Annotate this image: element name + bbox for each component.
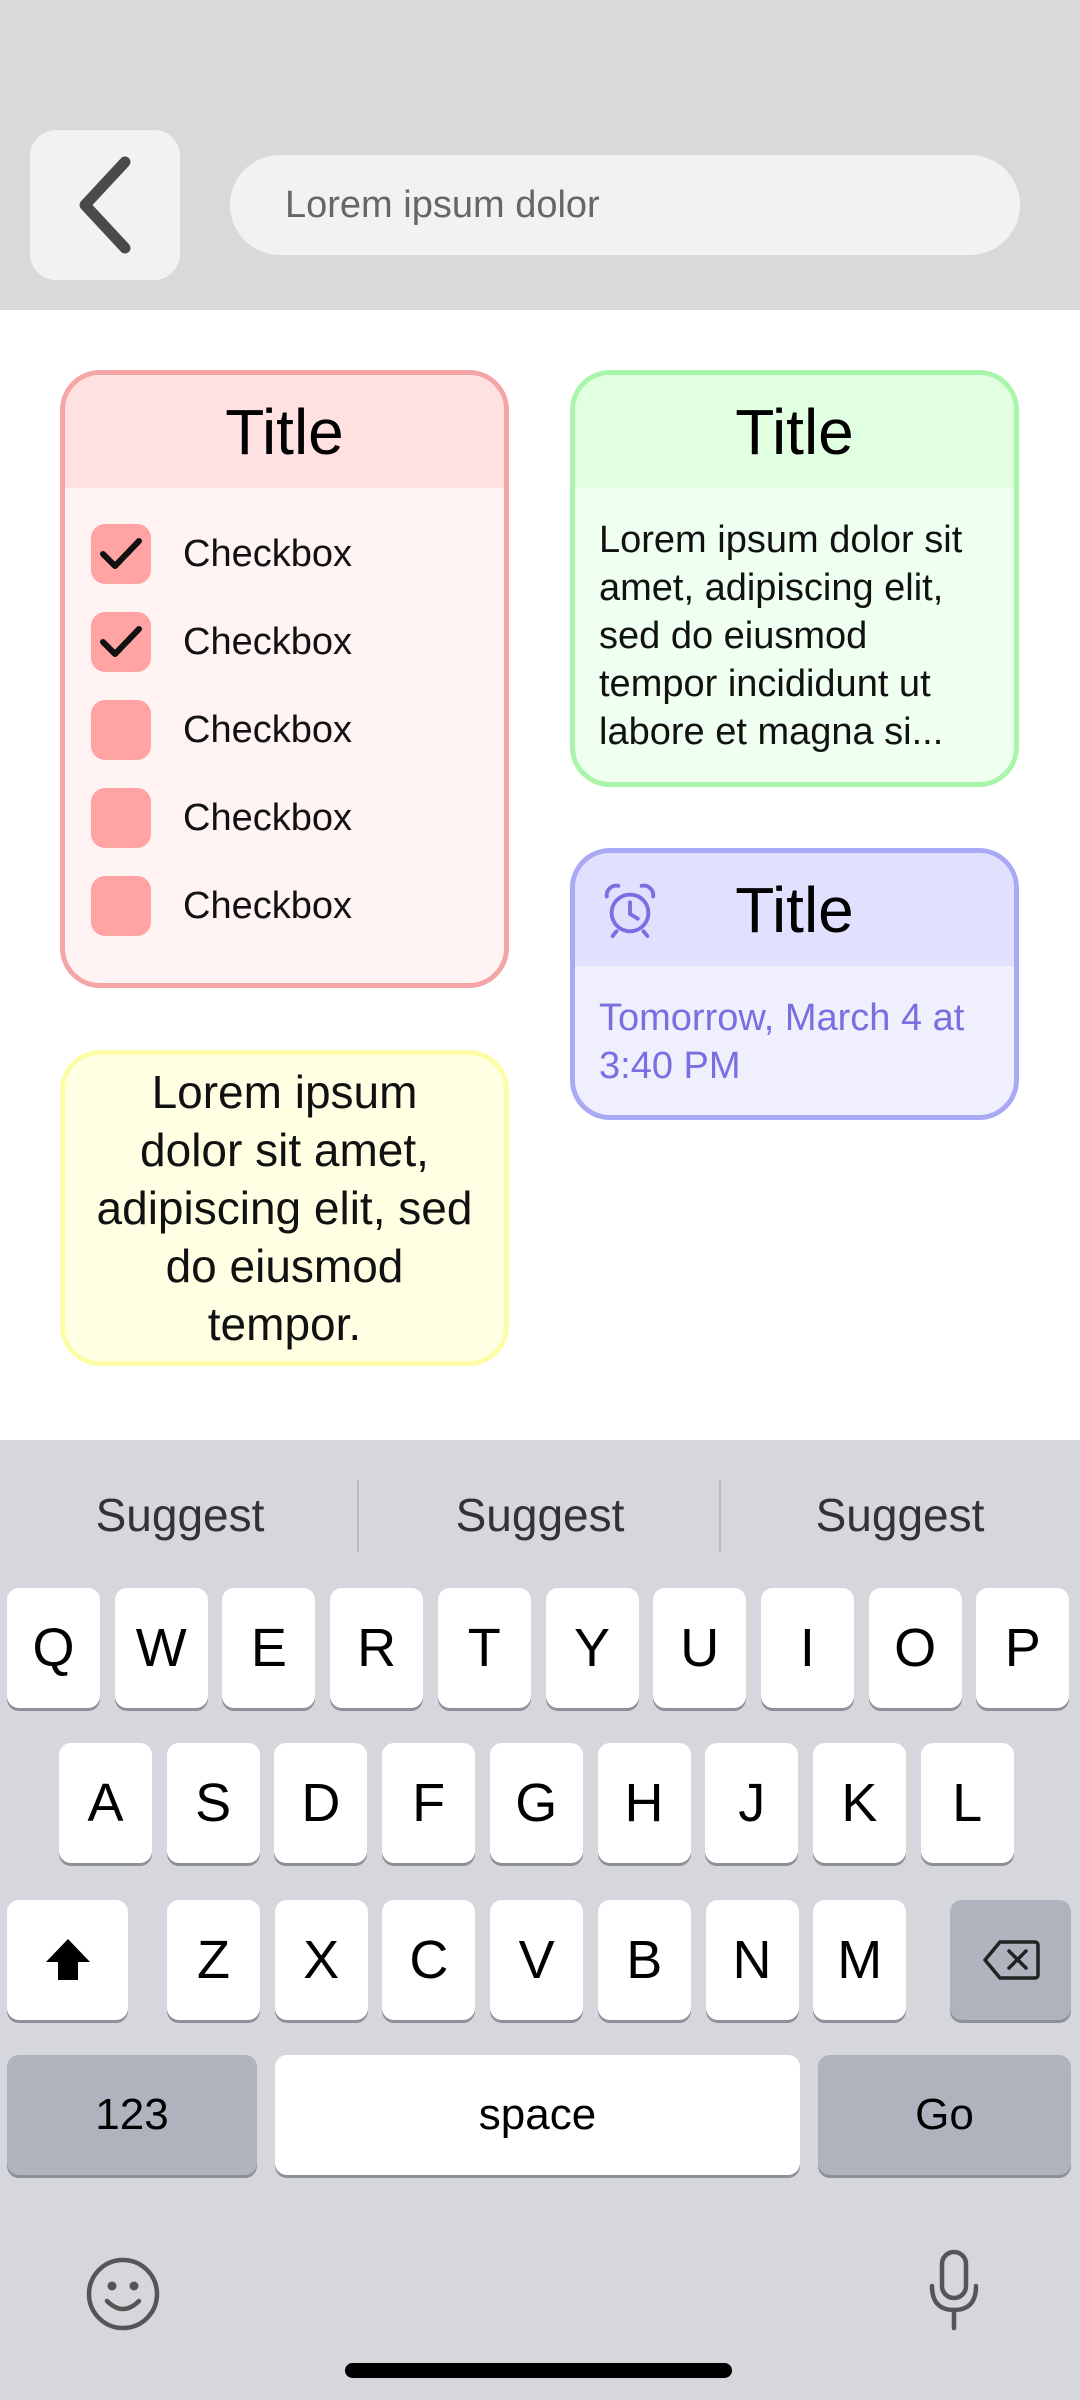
suggestion-2[interactable]: Suggest [360, 1488, 720, 1542]
suggestion-3[interactable]: Suggest [720, 1488, 1080, 1542]
search-input[interactable]: Lorem ipsum dolor [230, 155, 1020, 255]
reminder-card-header: Title [575, 853, 1014, 966]
checkbox-label: Checkbox [183, 708, 352, 751]
key-q[interactable]: Q [7, 1588, 100, 1708]
key-z[interactable]: Z [167, 1900, 260, 2020]
key-k[interactable]: K [812, 1743, 906, 1863]
key-n[interactable]: N [705, 1900, 799, 2020]
key-v[interactable]: V [490, 1900, 584, 2020]
text-card-body: Lorem ipsum dolor sit amet, adipiscing e… [599, 519, 963, 753]
emoji-icon[interactable] [85, 2256, 161, 2332]
note-card[interactable]: Lorem ipsum dolor sit amet, adipiscing e… [60, 1050, 509, 1366]
key-a[interactable]: A [59, 1743, 152, 1863]
key-j[interactable]: J [705, 1743, 799, 1863]
text-card-title: Title [575, 375, 1014, 488]
reminder-card[interactable]: Title Tomorrow, March 4 at 3:40 PM [570, 848, 1019, 1120]
checkmark-icon [100, 538, 142, 569]
home-indicator[interactable] [345, 2363, 732, 2378]
top-bar: Lorem ipsum dolor [0, 0, 1080, 310]
shift-key[interactable] [7, 1900, 128, 2020]
key-w[interactable]: W [114, 1588, 208, 1708]
key-s[interactable]: S [166, 1743, 260, 1863]
key-f[interactable]: F [382, 1743, 476, 1863]
search-placeholder: Lorem ipsum dolor [285, 183, 600, 226]
microphone-icon[interactable] [926, 2248, 982, 2334]
key-c[interactable]: C [382, 1900, 476, 2020]
key-y[interactable]: Y [545, 1588, 639, 1708]
checkbox[interactable] [91, 788, 151, 848]
space-key[interactable]: space [275, 2055, 800, 2175]
checkbox-label: Checkbox [183, 884, 352, 927]
keyboard: Suggest Suggest Suggest QWERTYUIOP ASDFGH… [0, 1440, 1080, 2400]
key-m[interactable]: M [813, 1900, 907, 2020]
alarm-clock-icon [604, 883, 656, 939]
key-d[interactable]: D [274, 1743, 368, 1863]
checkbox-label: Checkbox [183, 620, 352, 663]
suggestion-bar: Suggest Suggest Suggest [0, 1440, 1080, 1590]
key-o[interactable]: O [868, 1588, 962, 1708]
key-u[interactable]: U [653, 1588, 747, 1708]
text-card[interactable]: Title Lorem ipsum dolor sit amet, adipis… [570, 370, 1019, 787]
checkbox-label: Checkbox [183, 796, 352, 839]
backspace-icon [982, 1940, 1040, 1980]
checkbox[interactable] [91, 524, 151, 584]
chevron-left-icon [79, 156, 131, 254]
checkbox[interactable] [91, 612, 151, 672]
key-i[interactable]: I [760, 1588, 854, 1708]
checkbox[interactable] [91, 876, 151, 936]
checkbox-label: Checkbox [183, 532, 352, 575]
suggestion-divider [357, 1480, 359, 1552]
checkmark-icon [100, 626, 142, 657]
backspace-key[interactable] [950, 1900, 1071, 2020]
checkbox-row[interactable]: Checkbox [91, 598, 504, 686]
numbers-key[interactable]: 123 [7, 2055, 257, 2175]
checkbox-row[interactable]: Checkbox [91, 510, 504, 598]
key-r[interactable]: R [330, 1588, 424, 1708]
note-card-body: Lorem ipsum dolor sit amet, adipiscing e… [96, 1066, 473, 1350]
key-h[interactable]: H [597, 1743, 691, 1863]
checkbox-list: Checkbox Checkbox Checkbox Checkbox Checkbox [65, 488, 504, 950]
checkbox[interactable] [91, 700, 151, 760]
back-button[interactable] [30, 130, 180, 280]
key-e[interactable]: E [222, 1588, 316, 1708]
key-g[interactable]: G [489, 1743, 583, 1863]
shift-icon [45, 1939, 90, 1980]
key-t[interactable]: T [437, 1588, 531, 1708]
checkbox-row[interactable]: Checkbox [91, 686, 504, 774]
suggestion-divider [719, 1480, 721, 1552]
reminder-card-title: Title [735, 873, 854, 946]
key-l[interactable]: L [920, 1743, 1014, 1863]
key-x[interactable]: X [274, 1900, 368, 2020]
checklist-card[interactable]: Title Checkbox Checkbox Checkbox Checkbox Ch… [60, 370, 509, 988]
go-key[interactable]: Go [818, 2055, 1071, 2175]
checkbox-row[interactable]: Checkbox [91, 862, 504, 950]
suggestion-1[interactable]: Suggest [0, 1488, 360, 1542]
checkbox-row[interactable]: Checkbox [91, 774, 504, 862]
key-b[interactable]: B [597, 1900, 691, 2020]
key-p[interactable]: P [976, 1588, 1070, 1708]
checklist-card-title: Title [65, 375, 504, 488]
reminder-time: Tomorrow, March 4 at 3:40 PM [599, 997, 965, 1087]
